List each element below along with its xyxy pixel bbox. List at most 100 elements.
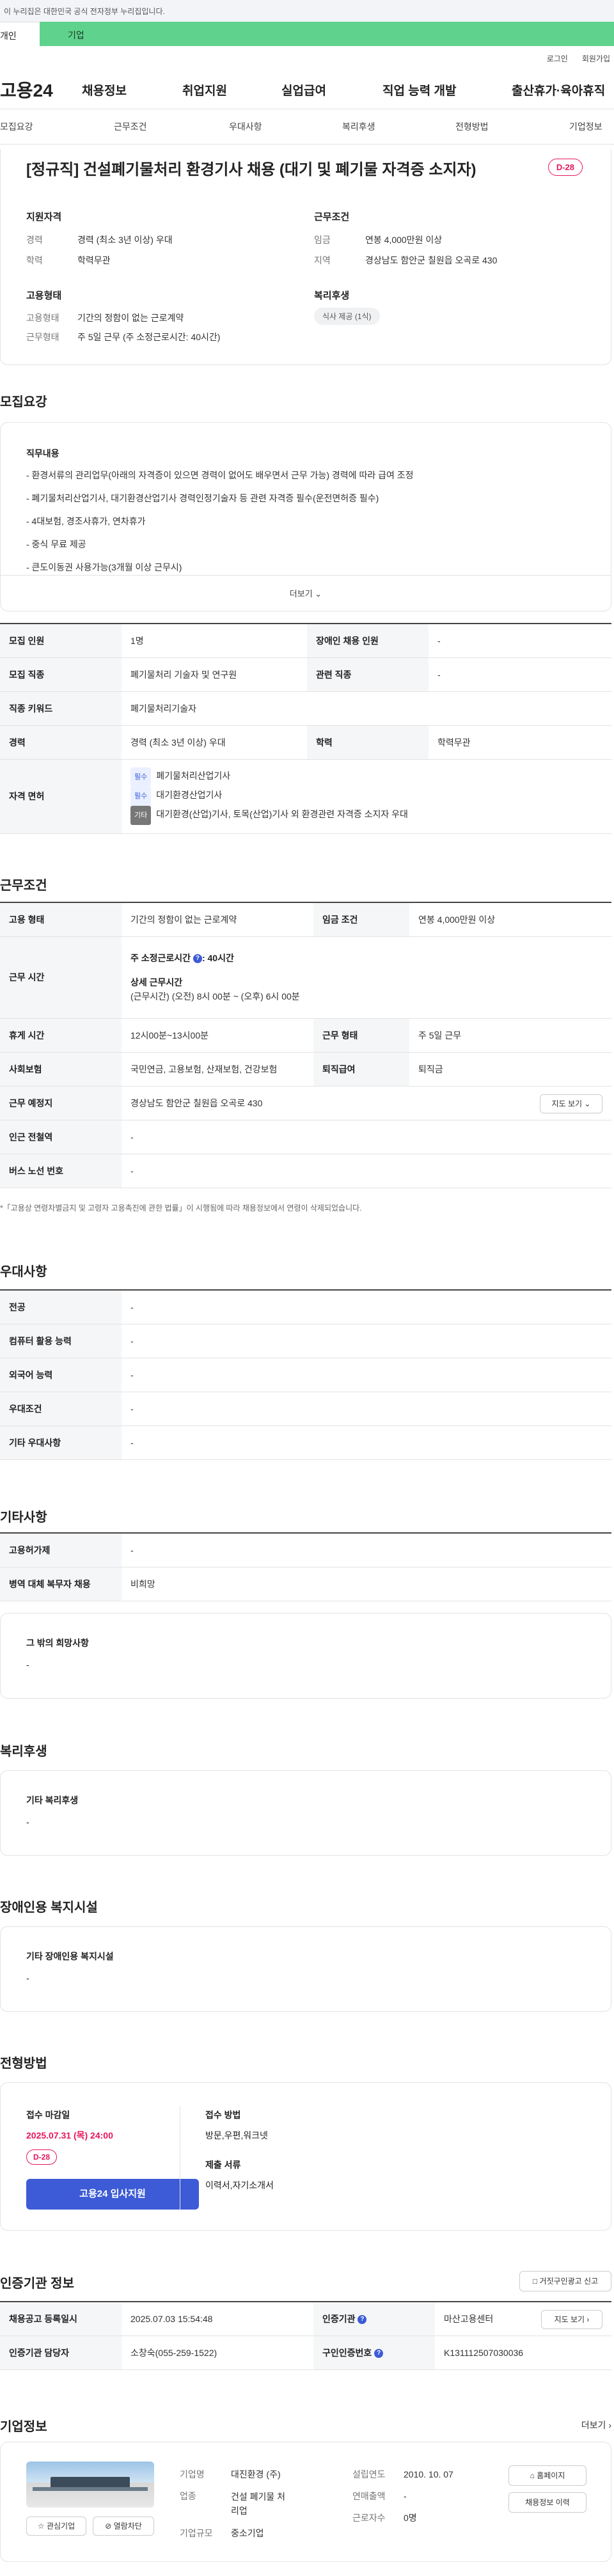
- info-icon[interactable]: ?: [193, 954, 202, 964]
- table-cell: K131112507030036: [435, 2336, 611, 2370]
- map-view-button[interactable]: 지도 보기 ⌄: [540, 1094, 602, 1113]
- anchor-work[interactable]: 근무조건: [114, 120, 147, 133]
- table-cell: 2025.07.03 15:54:48: [122, 2302, 313, 2336]
- license-item: 필수 대기환경산업기사: [130, 787, 602, 806]
- gov-notice-text: 이 누리집은 대한민국 공식 전자정부 누리집입니다.: [4, 7, 165, 16]
- table-cell: 비희망: [122, 1567, 611, 1601]
- disabled-value: -: [26, 1973, 29, 1983]
- table-header: 인증기관 ?: [313, 2302, 435, 2336]
- tab-individual[interactable]: 개인: [0, 22, 40, 46]
- etc-heading: 기타사항: [0, 1511, 47, 1525]
- like-company-button[interactable]: ☆ 관심기업: [26, 2517, 86, 2536]
- table-header: 고용 형태: [0, 902, 122, 937]
- anchor-recruit[interactable]: 모집요강: [0, 120, 33, 133]
- duty-line: - 환경서류의 관리업무(아래의 자격증이 있으면 경력이 없어도 배우면서 근…: [26, 470, 414, 480]
- cert-heading: 인증기관 정보: [0, 2277, 74, 2291]
- table-header: 컴퓨터 활용 능력: [0, 1324, 122, 1358]
- info-icon[interactable]: ?: [374, 2348, 384, 2358]
- section-anchor-nav: 모집요강 근무조건 우대사항 복리후생 전형방법 기업정보: [0, 109, 614, 145]
- hope-value: -: [26, 1660, 29, 1670]
- table-header: 경력: [0, 725, 122, 760]
- more-button[interactable]: 더보기 ⌄: [1, 575, 611, 612]
- company-image: [26, 2462, 154, 2508]
- block-company-button[interactable]: ⊘ 열람차단: [93, 2517, 154, 2536]
- cond-wage: 임금 연봉 4,000만원 이상: [314, 235, 443, 245]
- anchor-company[interactable]: 기업정보: [569, 120, 602, 133]
- table-cell: -: [122, 1120, 611, 1154]
- deadline-title: 접수 마감일: [26, 2110, 70, 2120]
- worktype-row: 근무형태 주 5일 근무 (주 소정근로시간: 40시간): [26, 332, 221, 342]
- license-item: 기타 대기환경(산업)기사, 토목(산업)기사 외 환경관련 자격증 소지자 우대: [130, 806, 602, 825]
- apply-button[interactable]: 고용24 입사지원: [26, 2179, 199, 2210]
- docs-value: 이력서,자기소개서: [205, 2180, 274, 2190]
- apply-box: 접수 마감일 2025.07.31 (목) 24:00 D-28 고용24 입사…: [0, 2082, 611, 2231]
- table-cell: -: [122, 1290, 611, 1324]
- homepage-button[interactable]: ⌂ 홈페이지: [508, 2465, 586, 2486]
- company-size-row: 기업규모 중소기업: [180, 2528, 264, 2538]
- table-header: 인근 전철역: [0, 1120, 122, 1154]
- gnb-item-leave[interactable]: 출산휴가·육아휴직: [512, 81, 605, 98]
- login-link[interactable]: 로그인: [547, 53, 568, 64]
- table-cell: 연봉 4,000만원 이상: [409, 902, 611, 937]
- disabled-heading: 장애인용 복지시설: [0, 1901, 98, 1915]
- qualification-heading: 지원자격: [26, 212, 62, 223]
- table-header: 학력: [307, 725, 429, 760]
- table-header: 버스 노선 번호: [0, 1154, 122, 1188]
- gnb-item-benefit[interactable]: 실업급여: [281, 81, 326, 98]
- info-icon[interactable]: ?: [358, 2315, 367, 2325]
- welfare-value: -: [26, 1817, 29, 1827]
- table-header: 채용공고 등록일시: [0, 2302, 122, 2336]
- join-link[interactable]: 회원가입: [582, 53, 610, 64]
- company-industry-row: 업종 건설 폐기물 처리업: [180, 2491, 286, 2516]
- report-ad-button[interactable]: □ 거짓구인광고 신고: [519, 2271, 611, 2291]
- gnb-item-jobs[interactable]: 채용정보: [82, 81, 127, 98]
- duty-heading: 직무내용: [26, 448, 59, 459]
- table-header: 기타 우대사항: [0, 1425, 122, 1460]
- gnb-item-support[interactable]: 취업지원: [182, 81, 227, 98]
- table-header: 인증기관 담당자: [0, 2336, 122, 2370]
- table-cell: 학력무관: [429, 725, 611, 760]
- table-cell: 경력 (최소 3년 이상) 우대: [122, 725, 307, 760]
- table-header: 병역 대체 복무자 채용: [0, 1567, 122, 1601]
- table-cell: -: [429, 657, 611, 692]
- work-heading: 근무조건: [0, 879, 47, 893]
- gnb-item-training[interactable]: 직업 능력 개발: [382, 81, 456, 98]
- table-header: 근무 시간: [0, 936, 122, 1019]
- anchor-pref[interactable]: 우대사항: [229, 120, 262, 133]
- docs-title: 제출 서류: [205, 2160, 241, 2170]
- work-hours-cell: 주 소정근로시간 ?: 40시간 상세 근무시간 (근무시간) (오전) 8시 …: [122, 936, 611, 1019]
- age-note: *「고용상 연령차별금지 및 고령자 고용촉진에 관한 법률」이 시행됨에 따라…: [0, 1204, 362, 1213]
- utility-nav: 로그인 회원가입: [0, 46, 614, 70]
- table-header: 자격 면허: [0, 759, 122, 834]
- table-cell: -: [122, 1358, 611, 1392]
- cond-region: 지역 경상남도 함안군 칠원읍 오곡로 430: [314, 255, 498, 265]
- tab-company[interactable]: 기업: [40, 22, 614, 46]
- qual-education: 학력 학력무관: [26, 255, 111, 265]
- hope-title: 그 밖의 희망사항: [26, 1638, 89, 1648]
- anchor-apply[interactable]: 전형방법: [455, 120, 489, 133]
- star-icon: ☆: [37, 2522, 45, 2531]
- pref-table: 전공 - 컴퓨터 활용 능력 - 외국어 능력 - 우대조건 - 기타 우대사항 -: [0, 1289, 611, 1460]
- table-cell: -: [122, 1154, 611, 1188]
- table-header: 모집 인원: [0, 624, 122, 658]
- duty-line: - 큰도이동권 사용가능(3개월 이상 근무시): [26, 562, 182, 572]
- table-cell: 국민연금, 고용보험, 산재보험, 건강보험: [122, 1052, 313, 1087]
- table-header: 근무 예정지: [0, 1086, 122, 1120]
- anchor-welfare[interactable]: 복리후생: [342, 120, 375, 133]
- site-logo[interactable]: 고용24: [0, 77, 82, 102]
- welfare-pill: 식사 제공 (1식): [314, 308, 380, 325]
- more-label: 더보기: [289, 589, 313, 599]
- company-founded-row: 설립연도 2010. 10. 07: [352, 2469, 453, 2479]
- table-cell: 폐기물처리기술자: [122, 691, 611, 726]
- etc-table: 고용허가제 - 병역 대체 복무자 채용 비희망: [0, 1532, 611, 1601]
- table-cell: 주 5일 근무: [409, 1018, 611, 1053]
- block-icon: ⊘: [105, 2522, 112, 2531]
- cert-map-button[interactable]: 지도 보기 ›: [541, 2310, 602, 2329]
- table-header: 고용허가제: [0, 1533, 122, 1567]
- table-header: 우대조건: [0, 1392, 122, 1426]
- table-cell: 12시00분~13시00분: [122, 1018, 313, 1053]
- duty-line: - 4대보험, 경조사휴가, 연차휴가: [26, 516, 146, 526]
- job-history-button[interactable]: 채용정보 이력: [508, 2492, 586, 2513]
- welfare-title: 기타 복리후생: [26, 1795, 79, 1805]
- company-more-link[interactable]: 더보기 ›: [581, 2419, 611, 2431]
